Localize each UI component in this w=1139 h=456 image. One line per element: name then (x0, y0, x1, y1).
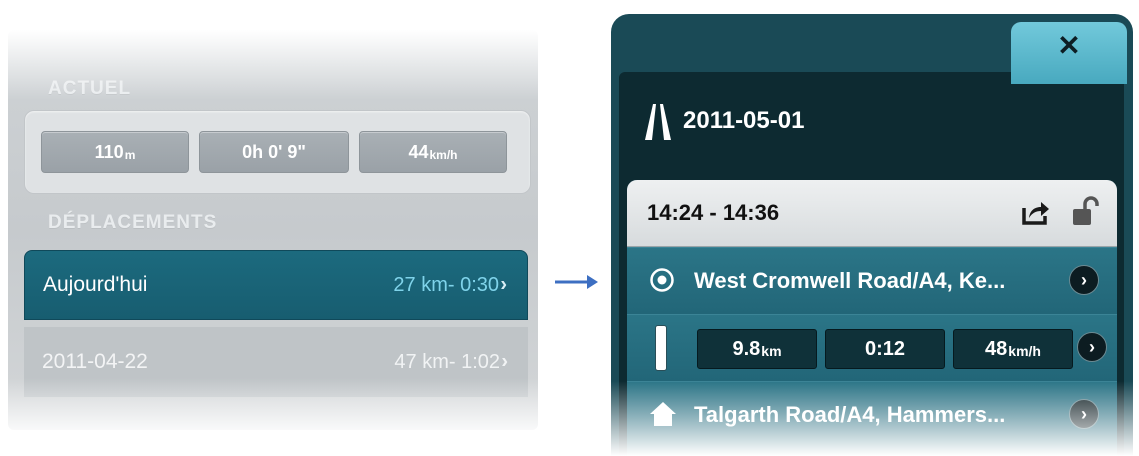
segment-duration: 0:12 (825, 329, 945, 369)
close-icon: ✕ (1057, 29, 1081, 61)
current-distance-unit: m (124, 147, 136, 162)
trip-detail-panel: ✕ 2011-05-01 14:24 - 14:36 West Cromwell… (611, 14, 1133, 456)
home-icon (650, 402, 676, 426)
trips-section-header: DÉPLACEMENTS (48, 212, 218, 233)
route-segment-bar (655, 325, 667, 371)
current-distance: 110 m (41, 131, 189, 173)
trip-row-today[interactable]: Aujourd'hui 27 km- 0:30 › (24, 250, 528, 320)
road-icon (645, 104, 671, 140)
trip-summary: 27 km- 0:30 (393, 273, 499, 296)
current-section-header: ACTUEL (48, 78, 132, 99)
trip-segment-row[interactable]: 9.8 km 0:12 48 km/h › (627, 314, 1117, 381)
close-button[interactable]: ✕ (1011, 22, 1127, 84)
trip-card-header: 14:24 - 14:36 (627, 180, 1117, 247)
segment-duration-value: 0:12 (864, 337, 906, 360)
trip-card: 14:24 - 14:36 West Cromwell Road/A4, Ke.… (627, 180, 1117, 456)
trip-date: 2011-05-01 (683, 107, 805, 134)
trip-date-title: 2011-05-01 (643, 102, 804, 140)
current-distance-value: 110 (94, 141, 124, 162)
current-speed-value: 44 (408, 141, 429, 162)
share-icon[interactable] (1021, 198, 1051, 226)
trip-name: Aujourd'hui (43, 273, 148, 296)
trip-end-row[interactable]: Talgarth Road/A4, Hammers... › (627, 381, 1117, 448)
segment-distance-unit: km (761, 343, 782, 359)
current-stats-box: 110 m 0h 0' 9" 44 km/h (24, 110, 531, 194)
segment-distance: 9.8 km (697, 329, 817, 369)
end-location: Talgarth Road/A4, Hammers... (694, 402, 1006, 427)
chevron-right-icon[interactable]: › (1069, 399, 1099, 429)
current-duration-value: 0h 0' 9" (242, 141, 306, 162)
current-duration: 0h 0' 9" (199, 131, 349, 173)
current-speed-unit: km/h (429, 147, 458, 162)
trip-overview-panel: ACTUEL 110 m 0h 0' 9" 44 km/h DÉPLACEMENTS… (8, 30, 538, 438)
current-speed: 44 km/h (359, 131, 507, 173)
arrow-right-icon (555, 275, 598, 289)
chevron-right-icon[interactable]: › (1069, 265, 1099, 295)
chevron-right-icon[interactable]: › (1077, 332, 1107, 362)
segment-speed-value: 48 (985, 337, 1008, 360)
trip-summary: 47 km- 1:02 (394, 350, 500, 373)
trip-time-range: 14:24 - 14:36 (647, 200, 780, 225)
trip-start-row[interactable]: West Cromwell Road/A4, Ke... › (627, 247, 1117, 314)
chevron-right-icon: › (500, 273, 507, 296)
lock-icon[interactable] (1071, 195, 1099, 227)
chevron-right-icon: › (501, 350, 508, 373)
segment-distance-value: 9.8 (732, 337, 761, 360)
segment-speed: 48 km/h (953, 329, 1073, 369)
segment-speed-unit: km/h (1008, 343, 1041, 359)
start-location: West Cromwell Road/A4, Ke... (694, 268, 1006, 293)
trip-name: 2011-04-22 (42, 350, 148, 373)
trip-row-2011-04-22[interactable]: 2011-04-22 47 km- 1:02 › (24, 327, 528, 397)
target-icon (650, 268, 674, 292)
